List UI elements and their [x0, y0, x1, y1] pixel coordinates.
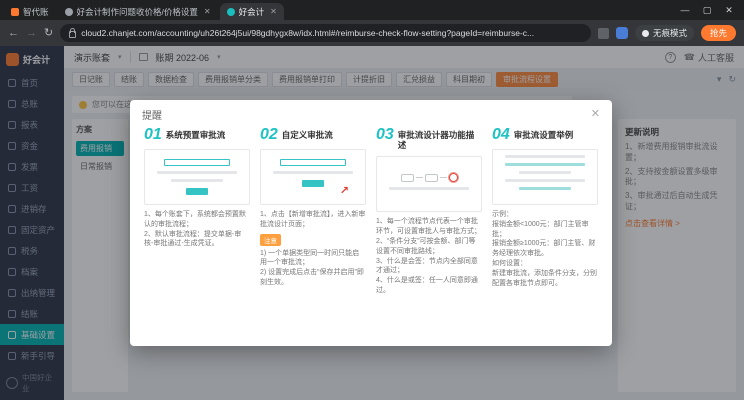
step-title: 审批流设计器功能描述	[398, 127, 482, 150]
step-title: 自定义审批流	[282, 127, 333, 140]
back-icon[interactable]: ←	[8, 28, 19, 39]
url-bar[interactable]: cloud2.chanjet.com/accounting/uh26t264j5…	[60, 24, 591, 42]
flow-highlight-node	[449, 173, 458, 182]
tab-close-icon[interactable]: ✕	[270, 7, 277, 16]
step-title: 审批流设置举例	[514, 127, 574, 140]
modal-step-1: 01 系统预置审批流 1、每个账套下，系统都会预置默认的审批流程； 2、默认审批…	[144, 127, 250, 336]
browser-tab-label: 智代账	[23, 6, 49, 18]
step-notes: 1) 一个单据类型同一时间只能启用一个审批流； 2) 设置完成后点击“保存并启用…	[260, 249, 366, 288]
lock-icon	[69, 31, 76, 38]
notice-tag: 注意	[260, 234, 281, 246]
incognito-badge: 无痕模式	[635, 25, 694, 41]
modal-step-3: 03 审批流设计器功能描述 1、每一个流程节点代表一个审批环节	[376, 127, 482, 336]
extensions-icon[interactable]	[598, 28, 609, 39]
flow-node	[425, 174, 438, 182]
haokuaiji-favicon	[227, 8, 235, 16]
step-header: 01 系统预置审批流	[144, 127, 250, 143]
browser-tab-2[interactable]: 好会计 ✕	[220, 3, 284, 20]
mock-input	[280, 159, 347, 166]
red-arrow-icon: ↗	[340, 184, 349, 197]
step-number: 01	[144, 127, 162, 143]
minimize-button[interactable]: —	[674, 0, 696, 20]
mock-line	[505, 163, 584, 166]
step-number: 04	[492, 127, 510, 143]
mock-line	[519, 187, 571, 190]
close-window-button[interactable]: ✕	[718, 0, 740, 20]
step-description: 1、每一个流程节点代表一个审批环节，可设置审批人与审批方式； 2、“条件分支”可…	[376, 217, 482, 295]
step-preview-flow	[376, 156, 482, 212]
window-controls: — ▢ ✕	[674, 0, 740, 20]
incognito-label: 无痕模式	[653, 27, 687, 39]
browser-tabstrip: 智代账 好会计制作问题收价格/价格设置 ✕ 好会计 ✕ — ▢ ✕	[0, 0, 744, 20]
flow-connector	[416, 177, 423, 178]
incognito-icon	[642, 30, 649, 37]
modal-header: 提醒 ✕	[130, 100, 612, 125]
step-number: 03	[376, 127, 394, 143]
step-header: 03 审批流设计器功能描述	[376, 127, 482, 150]
mock-input	[164, 159, 231, 166]
step-description: 1、每个账套下，系统都会预置默认的审批流程； 2、默认审批流程：提交单据-审核-…	[144, 210, 250, 249]
maximize-button[interactable]: ▢	[696, 0, 718, 20]
step-description: 示例： 报销金额<1000元：部门主管审批； 报销金额≥1000元：部门主管、财…	[492, 210, 598, 288]
mock-line	[519, 171, 571, 174]
step-header: 02 自定义审批流	[260, 127, 366, 143]
tab-close-icon[interactable]: ✕	[204, 7, 211, 16]
modal-step-4: 04 审批流设置举例 示例： 报销金额<1000元：部门主管审批； 报销金额≥1…	[492, 127, 598, 336]
flow-connector	[440, 177, 447, 178]
step-number: 02	[260, 127, 278, 143]
mock-button	[302, 180, 324, 187]
modal-step-2: 02 自定义审批流 ↗ 1、点击【新增审批流】，进入新审批流设计页面； 注意 1…	[260, 127, 366, 336]
mock-line	[157, 171, 236, 174]
browser-toolbar: ← → ↻ cloud2.chanjet.com/accounting/uh26…	[0, 20, 744, 46]
app-viewport: 好会计 首页 总账 报表 资金 发票 工资 进销存 固定资产 税务 档案 出纳管…	[0, 46, 744, 400]
step-header: 04 审批流设置举例	[492, 127, 598, 143]
url-text: cloud2.chanjet.com/accounting/uh26t264j5…	[81, 28, 534, 38]
mock-line	[273, 171, 352, 174]
close-icon[interactable]: ✕	[591, 109, 600, 120]
modal-body: 01 系统预置审批流 1、每个账套下，系统都会预置默认的审批流程； 2、默认审批…	[130, 125, 612, 346]
reload-icon[interactable]: ↻	[44, 28, 53, 39]
flow-node	[401, 174, 414, 182]
mock-line	[505, 155, 584, 158]
modal-title: 提醒	[142, 107, 162, 122]
extension-app-icon[interactable]	[616, 27, 628, 39]
step-title: 系统预置审批流	[166, 127, 226, 140]
step-preview-list	[492, 149, 598, 205]
step-preview-form	[144, 149, 250, 205]
mock-line	[171, 179, 223, 182]
doc-favicon	[65, 8, 73, 16]
promo-button[interactable]: 抢先	[701, 25, 736, 41]
app-favicon	[11, 8, 19, 16]
browser-tab-label: 好会计	[239, 6, 265, 18]
browser-tab-1[interactable]: 好会计制作问题收价格/价格设置 ✕	[58, 3, 218, 20]
forward-icon[interactable]: →	[26, 28, 37, 39]
reminder-modal: 提醒 ✕ 01 系统预置审批流 1、每个账套下，系统都会预置默认的审批流程；	[130, 100, 612, 346]
flow-diagram	[377, 173, 481, 182]
mock-line	[389, 187, 468, 190]
browser-tab-0[interactable]: 智代账	[4, 3, 56, 20]
screen: 智代账 好会计制作问题收价格/价格设置 ✕ 好会计 ✕ — ▢ ✕ ← → ↻ …	[0, 0, 744, 400]
browser-tab-label: 好会计制作问题收价格/价格设置	[77, 6, 198, 18]
step-preview-form-arrow: ↗	[260, 149, 366, 205]
step-description: 1、点击【新增审批流】，进入新审批流设计页面；	[260, 210, 366, 230]
mock-line	[505, 179, 584, 182]
mock-button	[186, 188, 208, 195]
